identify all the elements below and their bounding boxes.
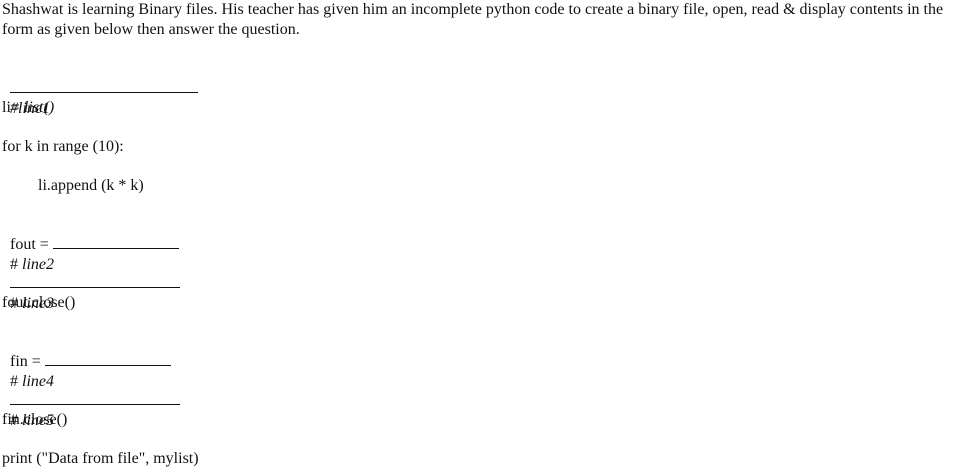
answer-blank-line4 (44, 353, 171, 366)
code-line-append: li.append (k * k) (38, 177, 144, 194)
code-line-print: print ("Data from file", mylist) (2, 450, 199, 467)
li-list-call: list() (23, 99, 55, 116)
answer-blank-line2 (52, 236, 179, 249)
li-prefix: li= (2, 99, 24, 116)
code-line-li: li= list() (2, 98, 54, 118)
code-line-fout-close: fout.close() (2, 294, 76, 311)
code-line-for: for k in range (10): (2, 138, 124, 155)
answer-blank-line5 (10, 392, 180, 405)
fin-prefix: fin = (10, 353, 45, 370)
question-text: Shashwat is learning Binary files. His t… (2, 1, 944, 38)
answer-blank-line3 (10, 275, 180, 288)
answer-blank-line1 (10, 80, 198, 93)
fout-prefix: fout = (10, 236, 53, 253)
code-line-fin-close: fin.close() (2, 411, 68, 428)
